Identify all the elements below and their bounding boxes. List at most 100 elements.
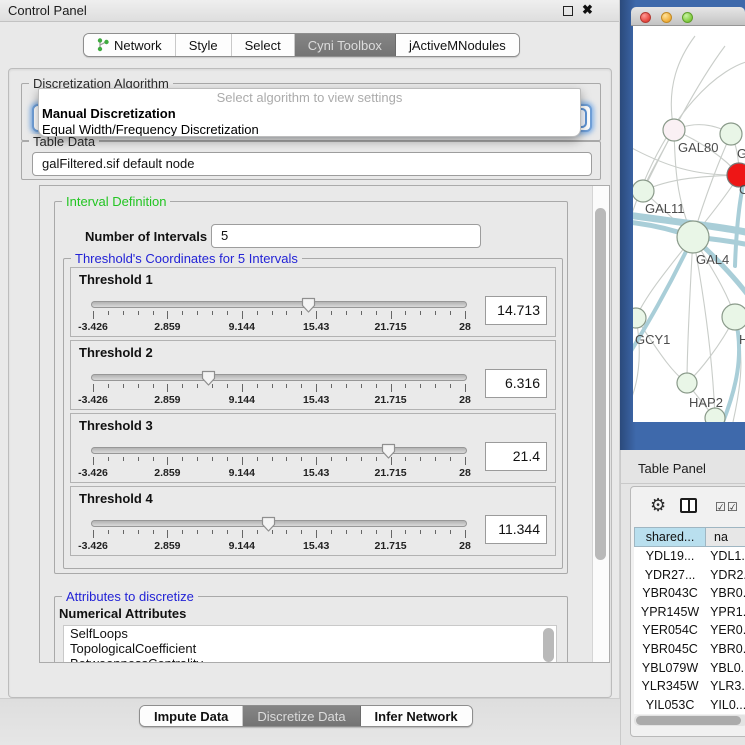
- tick-mark: [316, 457, 317, 465]
- scale-label: 28: [459, 321, 471, 333]
- divider: [621, 483, 745, 484]
- network-node-HAP2[interactable]: [677, 373, 697, 393]
- network-node-GAL80[interactable]: [663, 119, 685, 141]
- tick-mark: [286, 530, 287, 534]
- tick-mark: [272, 530, 273, 534]
- numerical-attributes-list[interactable]: SelfLoopsTopologicalCoefficientBetweenne…: [63, 625, 557, 663]
- scale-label: 9.144: [229, 540, 255, 552]
- network-node-node-bottom[interactable]: [705, 408, 725, 422]
- table-row[interactable]: YBR045CYBR0...: [634, 640, 745, 659]
- table-row[interactable]: YDR27...YDR2...: [634, 566, 745, 585]
- table-cell: YPR1...: [706, 603, 745, 622]
- vertical-scrollbar-track[interactable]: [592, 186, 609, 662]
- scale-label: 21.715: [375, 467, 407, 479]
- vertical-scrollbar-thumb[interactable]: [595, 208, 606, 560]
- table-data-combobox[interactable]: galFiltered.sif default node: [32, 152, 592, 176]
- float-window-icon[interactable]: [563, 6, 573, 16]
- slider-track[interactable]: [91, 520, 467, 527]
- tab-label: Select: [245, 38, 281, 53]
- list-item[interactable]: SelfLoops: [64, 626, 556, 641]
- tab-select[interactable]: Select: [232, 34, 295, 56]
- tick-mark: [108, 530, 109, 534]
- split-columns-icon[interactable]: [680, 498, 697, 513]
- table-row[interactable]: YBR043CYBR0...: [634, 584, 745, 603]
- tab-network[interactable]: Network: [84, 34, 176, 56]
- list-item[interactable]: BetweennessCentrality: [64, 656, 556, 663]
- tick-mark: [93, 457, 94, 465]
- slider-scale-labels: -3.4262.8599.14415.4321.71528: [93, 540, 465, 552]
- tick-mark: [197, 311, 198, 315]
- table-panel: Table Panel ⚙ ☑ ☑ shared...na YDL19...YD…: [620, 450, 745, 745]
- threshold-slider[interactable]: -3.4262.8599.14415.4321.71528: [91, 442, 467, 482]
- tick-mark: [93, 384, 94, 392]
- tab-discretize-data[interactable]: Discretize Data: [243, 706, 360, 726]
- tick-mark: [138, 384, 139, 388]
- close-traffic-icon[interactable]: [640, 12, 651, 23]
- checkbox-icon[interactable]: ☑: [727, 500, 738, 514]
- minimize-traffic-icon[interactable]: [661, 12, 672, 23]
- tab-impute-data[interactable]: Impute Data: [140, 706, 243, 726]
- threshold-value-field[interactable]: 6.316: [485, 369, 547, 398]
- horizontal-scrollbar-track[interactable]: [634, 715, 745, 726]
- number-of-intervals-combobox[interactable]: 5: [211, 224, 481, 248]
- tick-mark: [301, 384, 302, 388]
- tab-jactivemnodules[interactable]: jActiveMNodules: [396, 34, 519, 56]
- table-cell: YBR043C: [634, 584, 706, 603]
- threshold-value-field[interactable]: 21.4: [485, 442, 547, 471]
- slider-track[interactable]: [91, 447, 467, 454]
- network-edge[interactable]: [643, 175, 739, 191]
- table-row[interactable]: YPR145WYPR1...: [634, 603, 745, 622]
- network-node-GAL11[interactable]: [633, 180, 654, 202]
- dropdown-item-manual[interactable]: Manual Discretization: [39, 106, 580, 122]
- network-node-GAL4[interactable]: [677, 221, 709, 253]
- network-edge[interactable]: [687, 237, 693, 383]
- slider-ticks: [93, 311, 465, 320]
- gear-icon[interactable]: ⚙: [650, 495, 666, 516]
- list-item[interactable]: TopologicalCoefficient: [64, 641, 556, 656]
- column-header[interactable]: na: [706, 527, 745, 547]
- scale-label: 9.144: [229, 394, 255, 406]
- table-row[interactable]: YBL079WYBL0...: [634, 659, 745, 678]
- threshold-slider[interactable]: -3.4262.8599.14415.4321.71528: [91, 515, 467, 555]
- network-canvas[interactable]: GAL80G.CGAL11GAL4GCY1HHAP2: [633, 26, 745, 422]
- tick-mark: [376, 457, 377, 461]
- tick-mark: [272, 457, 273, 461]
- close-icon[interactable]: ✖: [582, 2, 593, 18]
- table-row[interactable]: YIL053CYIL0...: [634, 696, 745, 715]
- scale-label: -3.426: [78, 467, 108, 479]
- horizontal-scrollbar-thumb[interactable]: [636, 716, 741, 725]
- network-node-GCY1[interactable]: [633, 308, 646, 328]
- slider-track[interactable]: [91, 301, 467, 308]
- threshold-value-field[interactable]: 11.344: [485, 515, 547, 544]
- scale-label: 2.859: [154, 467, 180, 479]
- network-node-H-node[interactable]: [722, 304, 745, 330]
- tick-mark: [405, 311, 406, 315]
- checkbox-icon[interactable]: ☑: [715, 500, 726, 514]
- tick-mark: [212, 457, 213, 461]
- network-node-node-top-right[interactable]: [720, 123, 742, 145]
- tab-cyni-toolbox[interactable]: Cyni Toolbox: [295, 34, 396, 56]
- tab-infer-network[interactable]: Infer Network: [361, 706, 472, 726]
- table-row[interactable]: YER054CYER0...: [634, 621, 745, 640]
- dropdown-item-equal-width[interactable]: Equal Width/Frequency Discretization: [39, 122, 580, 137]
- tick-mark: [465, 311, 466, 319]
- scale-label: 15.43: [303, 540, 329, 552]
- right-region: GAL80G.CGAL11GAL4GCY1HHAP2 Table Panel ⚙…: [620, 0, 745, 745]
- zoom-traffic-icon[interactable]: [682, 12, 693, 23]
- threshold-slider[interactable]: -3.4262.8599.14415.4321.71528: [91, 369, 467, 409]
- tick-mark: [182, 311, 183, 315]
- tick-mark: [301, 530, 302, 534]
- tick-mark: [301, 311, 302, 315]
- column-header[interactable]: shared...: [634, 527, 706, 547]
- list-scrollbar[interactable]: [543, 628, 554, 662]
- node-label: C: [739, 182, 745, 197]
- table-row[interactable]: YLR345WYLR3...: [634, 677, 745, 696]
- slider-track[interactable]: [91, 374, 467, 381]
- table-row[interactable]: YDL19...YDL1...: [634, 547, 745, 566]
- threshold-value-field[interactable]: 14.713: [485, 296, 547, 325]
- tab-style[interactable]: Style: [176, 34, 232, 56]
- network-edge[interactable]: [671, 36, 695, 130]
- algorithm-dropdown-popup: Select algorithm to view settings Manual…: [38, 88, 581, 137]
- table-cell: YBL0...: [706, 659, 745, 678]
- threshold-slider[interactable]: -3.4262.8599.14415.4321.71528: [91, 296, 467, 336]
